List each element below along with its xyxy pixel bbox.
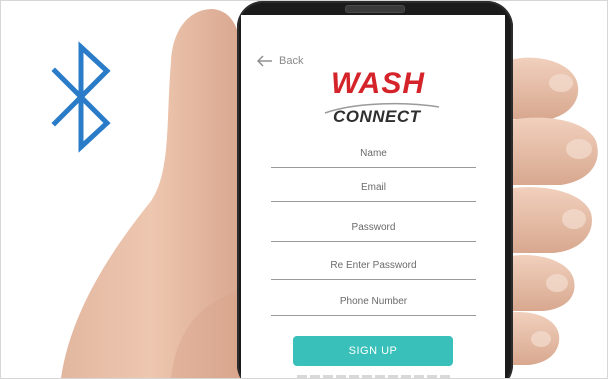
sign-up-label: SIGN UP (348, 345, 398, 357)
email-field[interactable]: Email (271, 175, 476, 202)
arrow-left-icon (257, 55, 272, 67)
logo-wash-text: WASH (331, 67, 425, 100)
reenter-password-field[interactable]: Re Enter Password (271, 253, 476, 280)
back-label: Back (279, 55, 304, 67)
phone-number-placeholder: Phone Number (339, 296, 408, 307)
password-placeholder: Password (351, 222, 396, 233)
phone-speaker (345, 5, 405, 13)
back-button[interactable]: Back (257, 55, 303, 67)
name-placeholder: Name (360, 148, 387, 159)
password-field[interactable]: Password (271, 215, 476, 242)
phone-number-field[interactable]: Phone Number (271, 289, 476, 316)
app-screen: Back WASH CONNECT Name Email Password Re… (241, 15, 505, 378)
email-placeholder: Email (360, 182, 386, 193)
sign-up-button[interactable]: SIGN UP (293, 336, 453, 366)
terms-text-faint (297, 375, 452, 378)
logo-connect-text: CONNECT (333, 107, 421, 126)
name-field[interactable]: Name (271, 141, 476, 168)
screenshot-frame: Back WASH CONNECT Name Email Password Re… (0, 0, 608, 379)
reenter-password-placeholder: Re Enter Password (330, 260, 417, 271)
wash-connect-logo: WASH CONNECT (313, 67, 443, 147)
